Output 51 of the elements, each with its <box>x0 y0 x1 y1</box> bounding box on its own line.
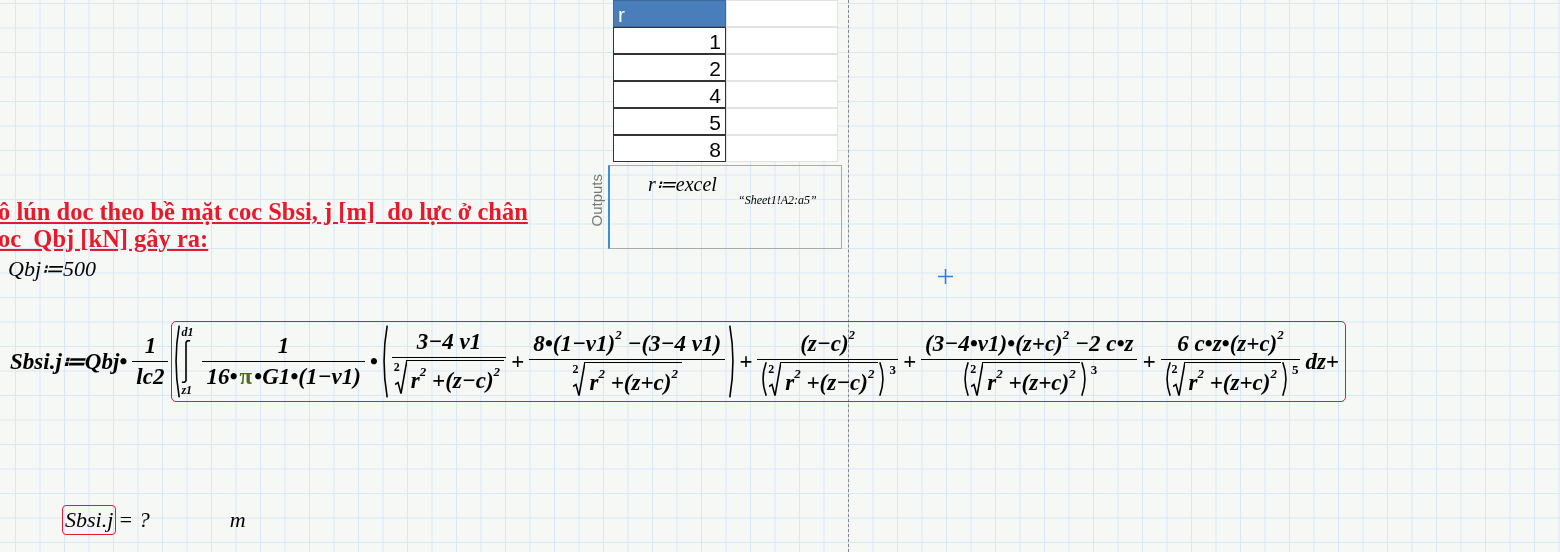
formula-term: 6 c•z•(z+c)$^{2}$ <box>1176 327 1285 357</box>
excel-expression: r≔excel <box>648 172 717 196</box>
formula-term: 1 <box>276 333 291 359</box>
formula-term: r$^{2}$ +(z+c)$^{2}$ <box>986 366 1077 396</box>
formula-term: r$^{2}$ +(z+c)$^{2}$ <box>588 366 679 396</box>
table-cell: 4 <box>613 81 726 108</box>
formula-term: r$^{2}$ +(z−c)$^{2}$ <box>784 366 876 396</box>
excel-range: “Sheet1!A2:a5” <box>738 193 817 208</box>
root-index: 2 <box>393 360 400 375</box>
exponent: 3 <box>889 362 896 378</box>
root-index: 2 <box>572 362 579 377</box>
root-index: 2 <box>970 362 977 377</box>
formula-term: r$^{2}$ +(z+c)$^{2}$ <box>1187 366 1278 396</box>
formula-term: (3−4•v1)•(z+c)$^{2}$ −2 c•z <box>924 327 1135 357</box>
formula-term: dz+ <box>1304 348 1340 375</box>
formula-term: r$^{2}$ +(z−c)$^{2}$ <box>409 364 502 394</box>
formula-term: •G1•(1−v1) <box>253 364 362 390</box>
parenthesis-icon <box>961 362 971 396</box>
formula-term: + <box>1141 348 1157 375</box>
formula-term: • <box>368 348 379 375</box>
table-cell: 2 <box>613 54 726 81</box>
pi-constant: π <box>239 364 253 390</box>
exponent: 5 <box>1291 362 1299 378</box>
outputs-label: Outputs <box>588 174 605 227</box>
upper-limit: d1 <box>181 325 194 340</box>
column-header: r <box>613 0 726 27</box>
lower-limit: z1 <box>181 383 193 398</box>
table-cell: 5 <box>613 108 726 135</box>
result-value: = ? <box>118 507 150 533</box>
formula-term: + <box>510 348 526 375</box>
table-cell: 8 <box>613 135 726 162</box>
root-index: 2 <box>1171 362 1178 377</box>
root-index: 2 <box>768 362 775 377</box>
formula-term: Sbsi.j≔Qbj• <box>9 348 129 375</box>
table-cell: 1 <box>613 27 726 54</box>
formula-term: 1 <box>143 333 158 359</box>
exponent: 3 <box>1090 362 1098 378</box>
integral-icon <box>181 340 192 383</box>
formula-term: 3−4 v1 <box>415 329 483 355</box>
formula-term: 8•(1−v1)$^{2}$ −(3−4 v1) <box>532 327 723 357</box>
formula-term: + <box>738 348 754 375</box>
parenthesis-icon <box>172 325 182 398</box>
formula-term: (z−c)$^{2}$ <box>799 327 857 357</box>
parenthesis-icon <box>759 362 769 396</box>
result-unit: m <box>229 507 246 533</box>
formula-term: + <box>902 348 918 375</box>
formula-term: 16• <box>205 364 239 390</box>
crosshair-cursor-icon <box>938 269 953 284</box>
formula-term: lc2 <box>135 364 166 390</box>
definition-expression: Qbj≔500 <box>8 256 96 282</box>
result-variable: Sbsi.j <box>62 505 117 535</box>
